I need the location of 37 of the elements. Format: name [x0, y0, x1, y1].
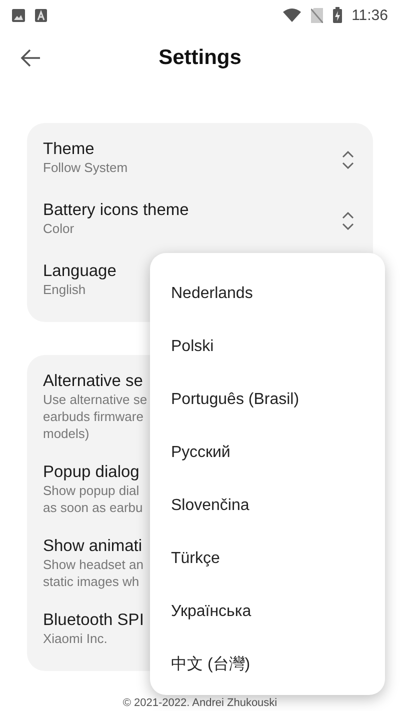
language-option[interactable]: Slovenčina — [150, 479, 385, 532]
setting-title[interactable]: Theme — [43, 139, 94, 159]
setting-title[interactable]: Show animati — [43, 536, 142, 556]
image-icon — [12, 8, 25, 22]
copyright-text: © 2021-2022. Andrei Zhukouski — [122, 697, 278, 710]
language-option[interactable]: Nederlands — [150, 267, 385, 320]
setting-description: Follow System — [43, 159, 128, 176]
setting-description: as soon as earbu — [43, 499, 143, 516]
setting-description: Show popup dial — [43, 482, 140, 499]
setting-title[interactable]: Battery icons theme — [43, 200, 189, 220]
back-arrow-icon[interactable] — [20, 48, 42, 68]
setting-description: English — [43, 281, 86, 298]
language-option[interactable]: Українська — [150, 585, 385, 638]
setting-description: earbuds firmware — [43, 408, 144, 425]
battery-charging-icon — [332, 7, 342, 23]
language-option[interactable]: Polski — [150, 320, 385, 373]
language-option[interactable]: 中文 (台灣) — [150, 638, 385, 691]
setting-description: static images wh — [43, 573, 140, 590]
setting-title[interactable]: Bluetooth SPI — [43, 610, 144, 630]
setting-description: Use alternative se — [43, 391, 148, 408]
up-down-chevron-icon[interactable] — [342, 212, 354, 230]
page-title: Settings — [158, 46, 242, 70]
setting-description: Color — [43, 220, 74, 237]
language-option[interactable]: Русский — [150, 426, 385, 479]
setting-description: Xiaomi Inc. — [43, 630, 108, 647]
up-down-chevron-icon[interactable] — [342, 151, 354, 169]
status-time: 11:36 — [352, 6, 388, 24]
font-icon — [35, 8, 47, 22]
setting-description: Show headset an — [43, 556, 144, 573]
setting-title[interactable]: Language — [43, 261, 116, 281]
wifi-icon — [282, 8, 301, 22]
no-sim-icon — [310, 8, 323, 22]
setting-description: models) — [43, 425, 90, 442]
setting-title[interactable]: Alternative se — [43, 371, 143, 391]
setting-title[interactable]: Popup dialog — [43, 462, 140, 482]
language-option[interactable]: Português (Brasil) — [150, 373, 385, 426]
language-option[interactable]: Türkçe — [150, 532, 385, 585]
